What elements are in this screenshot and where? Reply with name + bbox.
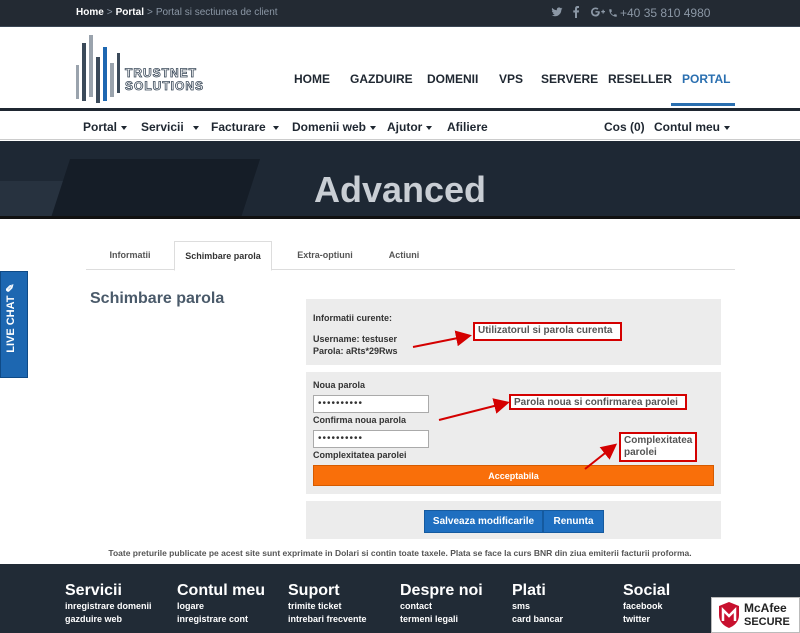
callout-complexity: Complexitatea parolei: [619, 432, 697, 462]
mcafee-shield-icon: [719, 602, 739, 628]
footer-link[interactable]: sms: [512, 600, 563, 613]
footer-link[interactable]: contact: [400, 600, 483, 613]
footer-col-social: Social facebook twitter: [623, 582, 670, 626]
footer-link[interactable]: logare: [177, 600, 265, 613]
footer-col-plati: Plati sms card bancar: [512, 582, 563, 626]
footer-link[interactable]: facebook: [623, 600, 670, 613]
footer-heading: Servicii: [65, 582, 122, 599]
footer-heading: Despre noi: [400, 582, 483, 599]
footer-col-suport: Suport trimite ticket intrebari frecvent…: [288, 582, 367, 626]
mcafee-secure-text: SECURE: [744, 616, 790, 628]
footer-col-servicii: Servicii inregistrare domenii gazduire w…: [65, 582, 152, 626]
footer-link[interactable]: inregistrare cont: [177, 613, 265, 626]
footer-col-despre-noi: Despre noi contact termeni legali: [400, 582, 483, 626]
footer-heading: Social: [623, 582, 671, 599]
footer-link[interactable]: gazduire web: [65, 613, 152, 626]
footer-link[interactable]: intrebari frecvente: [288, 613, 367, 626]
footer-link[interactable]: twitter: [623, 613, 670, 626]
footer-link[interactable]: termeni legali: [400, 613, 483, 626]
footer-heading: Suport: [288, 582, 340, 599]
footer-link[interactable]: card bancar: [512, 613, 563, 626]
footer-heading: Plati: [512, 582, 546, 599]
annotation-arrows: [412, 330, 618, 470]
callout-current: Utilizatorul si parola curenta: [473, 322, 622, 341]
footer-link[interactable]: trimite ticket: [288, 600, 367, 613]
mcafee-secure-badge[interactable]: McAfee SECURE: [711, 597, 800, 633]
footer-link[interactable]: inregistrare domenii: [65, 600, 152, 613]
footer-col-contul-meu: Contul meu logare inregistrare cont: [177, 582, 265, 626]
mcafee-name: McAfee: [744, 601, 787, 615]
price-disclaimer: Toate preturile publicate pe acest site …: [108, 548, 692, 558]
callout-new: Parola noua si confirmarea parolei: [509, 394, 687, 410]
site-footer: Servicii inregistrare domenii gazduire w…: [0, 564, 800, 633]
footer-heading: Contul meu: [177, 582, 265, 599]
